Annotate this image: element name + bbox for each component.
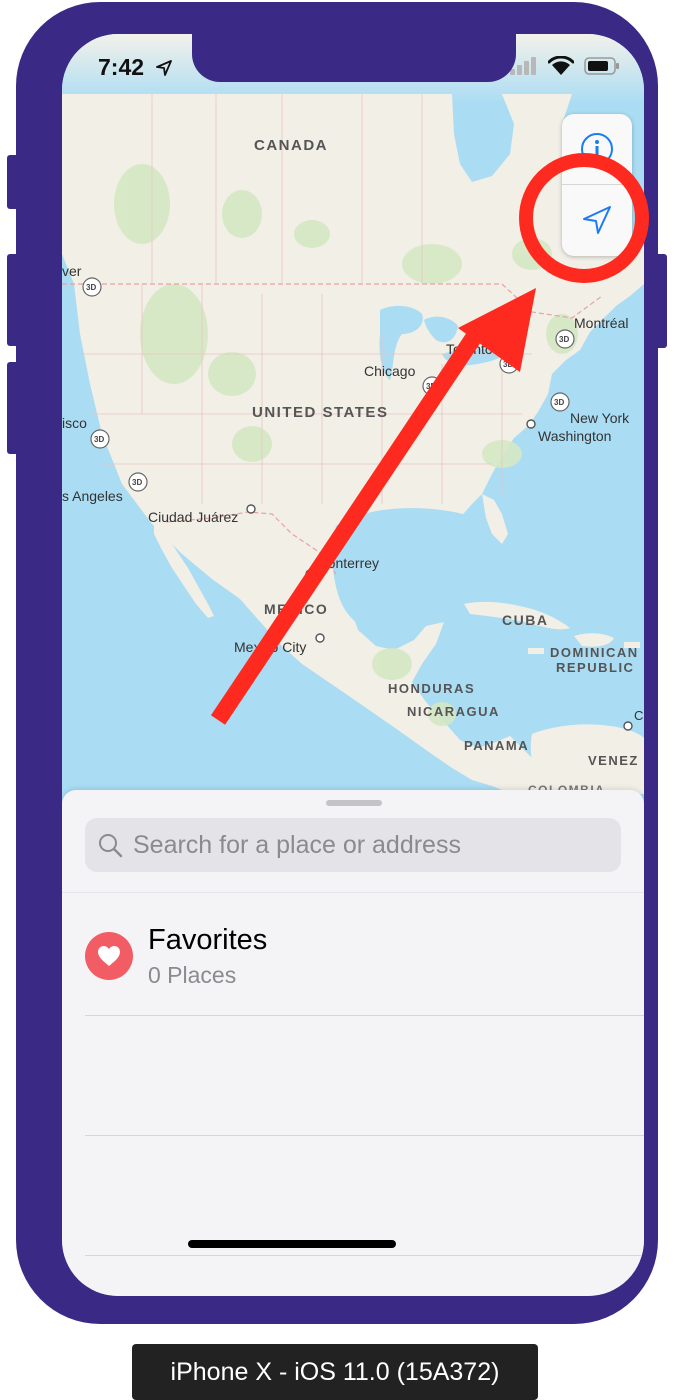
city-dot	[246, 504, 256, 514]
city-dot	[315, 633, 325, 643]
svg-text:3D: 3D	[503, 360, 513, 369]
status-time: 7:42	[98, 54, 173, 81]
label-new-york: New York	[570, 410, 630, 426]
info-icon	[581, 133, 613, 165]
map[interactable]: CANADA UNITED STATES MEXICO CUBA DOMINIC…	[62, 34, 644, 794]
divider	[62, 892, 644, 893]
svg-text:3D: 3D	[132, 478, 142, 487]
label-san-francisco: isco	[62, 415, 87, 431]
label-mexico-city: Mexico City	[234, 639, 306, 655]
label-chicago: Chicago	[364, 363, 416, 379]
favorites-count: 0 Places	[148, 962, 237, 988]
label-nicaragua: NICARAGUA	[407, 704, 500, 719]
label-ciudad-juarez: Ciudad Juárez	[148, 509, 238, 525]
map-info-button[interactable]	[562, 114, 632, 184]
heart-icon	[98, 946, 120, 966]
phone-frame: CANADA UNITED STATES MEXICO CUBA DOMINIC…	[16, 2, 658, 1324]
location-arrow-icon	[583, 206, 611, 234]
divider	[85, 1255, 644, 1256]
device-label: iPhone X - iOS 11.0 (15A372)	[132, 1344, 538, 1400]
label-republic: REPUBLIC	[556, 660, 634, 675]
screen: CANADA UNITED STATES MEXICO CUBA DOMINIC…	[62, 34, 644, 1296]
label-vancouver: ver	[62, 263, 82, 279]
battery-icon	[584, 57, 619, 75]
label-caracas: Ca	[634, 708, 644, 723]
svg-text:3D: 3D	[86, 283, 96, 292]
label-united-states: UNITED STATES	[252, 404, 388, 421]
label-canada: CANADA	[254, 137, 328, 154]
favorites-icon-badge	[85, 932, 133, 980]
search-placeholder: Search for a place or address	[133, 830, 461, 859]
svg-text:3D: 3D	[559, 335, 569, 344]
label-venezuela: VENEZ	[588, 753, 639, 768]
label-los-angeles: s Angeles	[62, 488, 123, 504]
city-dot	[305, 569, 315, 579]
label-monterrey: Monterrey	[316, 555, 379, 571]
location-services-icon	[156, 60, 173, 76]
city-dot	[623, 721, 633, 731]
map-controls	[562, 114, 632, 256]
wifi-icon	[548, 56, 574, 75]
label-montreal: Montréal	[574, 315, 628, 331]
sheet-grabber[interactable]	[326, 800, 382, 806]
favorites-title: Favorites	[148, 924, 268, 956]
label-panama: PANAMA	[464, 738, 529, 753]
label-washington: Washington	[538, 428, 611, 444]
label-dominican: DOMINICAN	[550, 645, 639, 660]
label-cuba: CUBA	[502, 612, 548, 628]
label-honduras: HONDURAS	[388, 681, 475, 696]
divider	[85, 1135, 644, 1136]
city-dot	[526, 419, 536, 429]
search-icon	[99, 834, 123, 858]
label-toronto: Toronto	[446, 341, 493, 357]
search-sheet: Search for a place or address Favorites …	[62, 790, 644, 1296]
home-indicator[interactable]	[188, 1240, 396, 1248]
status-icons	[510, 56, 620, 76]
svg-text:3D: 3D	[94, 435, 104, 444]
svg-text:3D: 3D	[554, 398, 564, 407]
divider	[85, 1015, 644, 1016]
notch	[192, 34, 516, 82]
current-location-button[interactable]	[562, 184, 632, 255]
search-field[interactable]: Search for a place or address	[85, 818, 621, 872]
label-mexico: MEXICO	[264, 601, 328, 617]
svg-text:3D: 3D	[426, 382, 436, 391]
